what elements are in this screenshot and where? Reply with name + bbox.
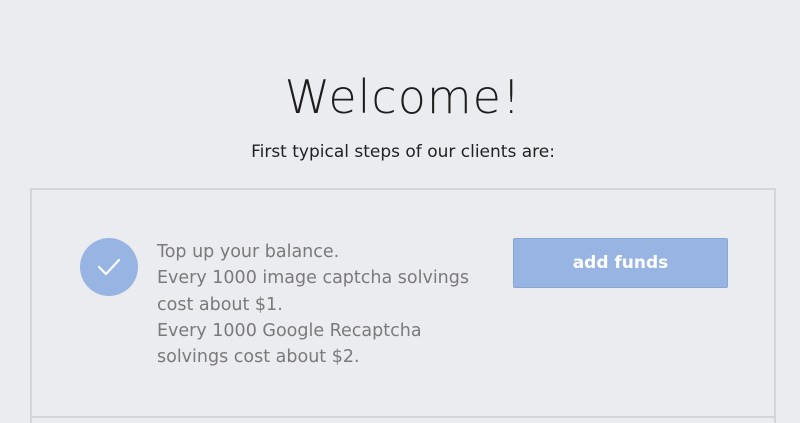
welcome-page: Welcome! First typical steps of our clie… bbox=[0, 0, 800, 423]
steps-panel: Top up your balance. Every 1000 image ca… bbox=[30, 188, 776, 423]
step-line: cost about $1. bbox=[157, 294, 283, 315]
step-line: Top up your balance. bbox=[157, 242, 340, 262]
step-item-add-funds: Top up your balance. Every 1000 image ca… bbox=[32, 190, 774, 418]
step-status-badge bbox=[80, 238, 138, 296]
page-subtitle: First typical steps of our clients are: bbox=[251, 142, 555, 162]
step-line: Every 1000 Google Recaptcha bbox=[157, 320, 422, 341]
page-title: Welcome! bbox=[284, 70, 522, 124]
step-description: Top up your balance. Every 1000 image ca… bbox=[157, 239, 497, 370]
check-icon bbox=[97, 258, 121, 276]
add-funds-button[interactable]: add funds bbox=[513, 238, 728, 288]
step-line: solvings cost about $2. bbox=[157, 347, 360, 368]
step-line: Every 1000 image captcha solvings bbox=[157, 268, 470, 289]
